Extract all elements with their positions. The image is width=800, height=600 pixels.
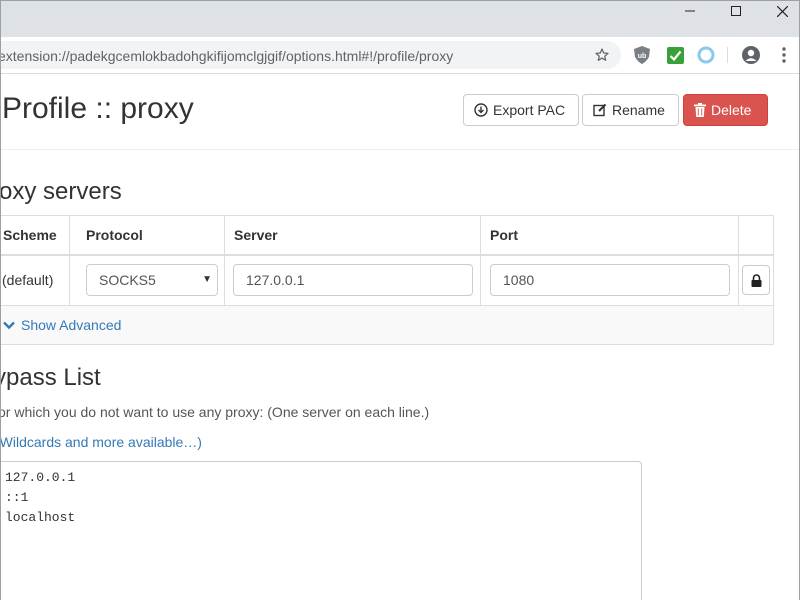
edit-icon [593, 103, 607, 117]
download-circle-icon [474, 103, 488, 117]
auth-lock-button[interactable] [742, 265, 770, 295]
column-scheme: Scheme [3, 227, 57, 243]
column-protocol: Protocol [86, 227, 143, 243]
minimize-icon[interactable] [667, 0, 713, 22]
trash-icon [694, 103, 706, 117]
page-header: Profile :: proxy Export PAC Rename Delet… [0, 74, 800, 150]
bypass-line: 127.0.0.1 [5, 470, 76, 485]
bypass-line: localhost [5, 510, 76, 525]
bypass-line: ::1 [5, 490, 29, 505]
chevron-down-icon: ▼ [202, 274, 212, 285]
kebab-menu-icon[interactable] [775, 46, 793, 64]
profile-avatar-icon[interactable] [742, 46, 760, 64]
window-frame-left [0, 0, 1, 600]
lock-icon [751, 273, 761, 287]
protocol-select[interactable]: SOCKS5 ▼ [86, 264, 218, 296]
ublock-origin-icon[interactable]: ub [633, 46, 651, 64]
maximize-icon[interactable] [713, 0, 759, 22]
url-text[interactable]: extension://padekgcemlokbadohgkifijomclg… [0, 48, 453, 64]
wildcards-link[interactable]: (Wildcards and more available…) [0, 434, 202, 450]
column-port: Port [490, 227, 518, 243]
bypass-help-text: Servers for which you do not want to use… [0, 404, 430, 420]
port-value: 1080 [503, 272, 535, 288]
column-server: Server [234, 227, 278, 243]
window-frame-top [0, 0, 800, 1]
server-value: 127.0.0.1 [246, 272, 305, 288]
bypass-list-textarea[interactable]: 127.0.0.1 ::1 localhost [0, 461, 642, 600]
table-header: Scheme Protocol Server Port [0, 216, 773, 256]
export-pac-label: Export PAC [493, 102, 566, 118]
proxy-servers-table: Scheme Protocol Server Port (default) SO… [0, 215, 774, 345]
show-advanced-link[interactable]: Show Advanced [3, 317, 121, 333]
close-icon[interactable] [759, 0, 800, 22]
page-title: Profile :: proxy [2, 92, 194, 125]
scheme-cell: (default) [2, 272, 54, 288]
rename-label: Rename [612, 102, 665, 118]
export-pac-button[interactable]: Export PAC [463, 94, 579, 126]
options-page: Profile :: proxy Export PAC Rename Delet… [0, 74, 800, 600]
switchyomega-circle-icon[interactable] [697, 46, 715, 64]
rename-button[interactable]: Rename [582, 94, 679, 126]
bypass-list-title: Bypass List [0, 364, 101, 391]
address-bar[interactable]: extension://padekgcemlokbadohgkifijomclg… [0, 41, 621, 69]
column-divider [738, 216, 739, 306]
toolbar-divider [727, 47, 728, 63]
window-titlebar [0, 0, 800, 37]
show-advanced-row: Show Advanced [0, 306, 773, 344]
port-input[interactable]: 1080 [490, 264, 730, 296]
svg-text:ub: ub [638, 53, 647, 60]
column-divider [480, 216, 481, 306]
chevron-down-icon [3, 321, 15, 329]
bookmark-star-icon[interactable] [594, 47, 610, 63]
column-divider [69, 216, 70, 306]
green-check-extension-icon[interactable] [666, 46, 684, 64]
server-input[interactable]: 127.0.0.1 [233, 264, 473, 296]
browser-toolbar: extension://padekgcemlokbadohgkifijomclg… [0, 37, 800, 74]
proxy-servers-title: Proxy servers [0, 178, 122, 205]
show-advanced-label: Show Advanced [21, 317, 122, 333]
protocol-value: SOCKS5 [99, 272, 156, 288]
delete-button[interactable]: Delete [683, 94, 768, 126]
delete-label: Delete [711, 102, 752, 118]
column-divider [224, 216, 225, 306]
